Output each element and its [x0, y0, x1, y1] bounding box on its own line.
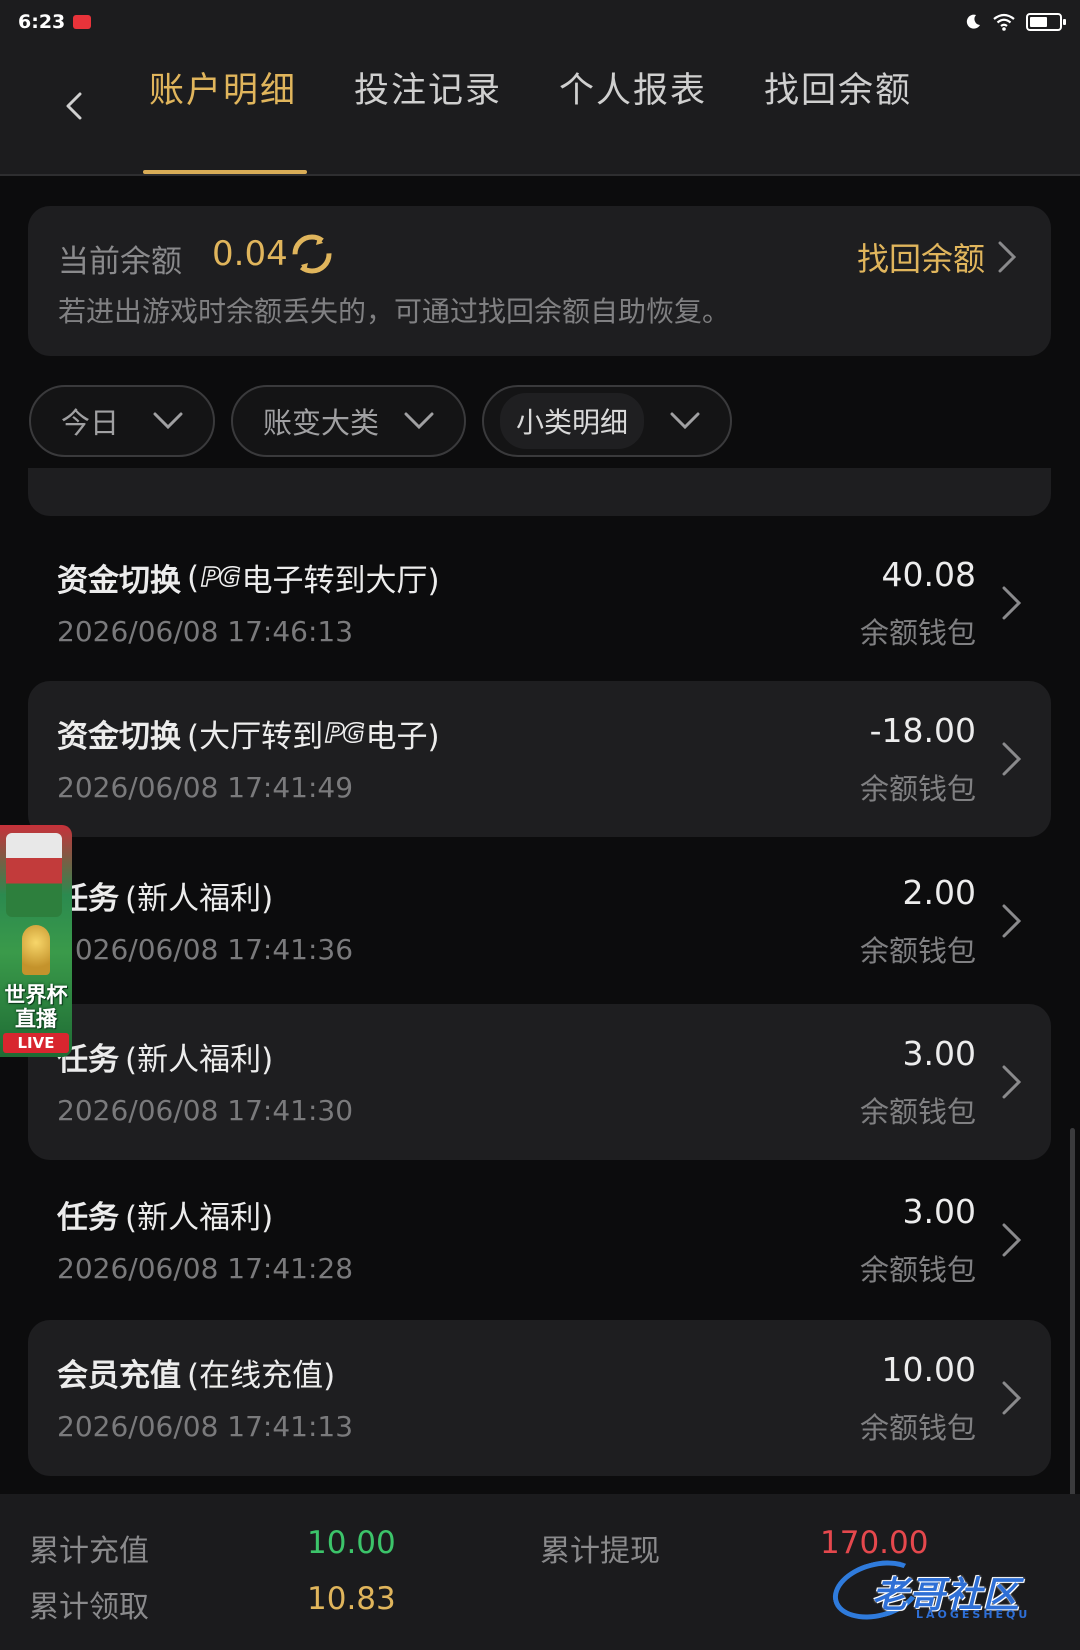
status-time: 6:23: [18, 11, 66, 33]
subcategory-filter-label: 小类明细: [500, 393, 645, 449]
trophy-icon: [22, 925, 50, 975]
record-amount: 2.00: [902, 873, 976, 912]
record-wallet: 余额钱包: [859, 934, 976, 968]
list-item[interactable]: 任务 (新人福利) 2026/06/08 17:41:30 3.00 余额钱包: [28, 1004, 1051, 1160]
chevron-down-icon: [153, 412, 183, 430]
record-time: 2026/06/08 17:41:28: [57, 1252, 354, 1285]
live-badge-line1: 世界杯: [4, 983, 68, 1007]
list-item[interactable]: 会员充值 (在线充值) 2026/06/08 17:41:13 10.00 余额…: [28, 1320, 1051, 1476]
record-title: 资金切换 (大厅转到 PG 电子): [57, 718, 440, 755]
refresh-icon[interactable]: [292, 234, 332, 274]
record-title: 资金切换 ( PG 电子转到大厅): [57, 559, 440, 600]
recover-balance-link[interactable]: 找回余额: [857, 234, 1017, 280]
category-filter-label: 账变大类: [263, 406, 380, 440]
chevron-down-icon: [670, 412, 700, 430]
app-notification-icon: [73, 15, 92, 29]
record-wallet: 余额钱包: [859, 1253, 976, 1287]
list-item-partial: [28, 468, 1051, 516]
live-tag: LIVE: [3, 1033, 69, 1053]
tab-bet-records[interactable]: 投注记录: [354, 60, 502, 176]
tab-recover-balance[interactable]: 找回余额: [764, 60, 912, 176]
status-icons: [964, 13, 1066, 31]
record-title: 任务 (新人福利): [57, 881, 274, 917]
record-amount: 3.00: [902, 1034, 976, 1073]
header: 账户明细 投注记录 个人报表 找回余额: [0, 44, 1080, 176]
recover-balance-label: 找回余额: [856, 240, 985, 278]
record-amount: 10.00: [881, 1350, 976, 1389]
balance-value: 0.04: [212, 234, 288, 274]
chevron-right-icon: [1002, 742, 1022, 776]
record-title: 任务 (新人福利): [57, 1200, 274, 1236]
chevron-down-icon: [404, 412, 434, 430]
record-title: 会员充值 (在线充值): [57, 1358, 336, 1394]
pg-logo-icon: PG: [324, 718, 365, 750]
withdraw-total-label: 累计提现: [540, 1534, 660, 1569]
chevron-right-icon: [1002, 1223, 1022, 1257]
record-wallet: 余额钱包: [859, 1095, 976, 1129]
chevron-right-icon: [1002, 1381, 1022, 1415]
status-bar: 6:23: [0, 0, 1080, 44]
record-title: 任务 (新人福利): [57, 1042, 274, 1078]
list-item[interactable]: 任务 (新人福利) 2026/06/08 17:41:36 2.00 余额钱包: [28, 843, 1051, 999]
record-amount: 3.00: [902, 1192, 976, 1231]
claim-total-value: 10.83: [307, 1581, 396, 1617]
record-time: 2026/06/08 17:46:13: [57, 615, 354, 648]
record-amount: -18.00: [869, 711, 976, 750]
active-tab-indicator: [143, 170, 307, 174]
record-wallet: 余额钱包: [859, 772, 976, 806]
chevron-right-icon: [1002, 904, 1022, 938]
live-badge-line2: 直播: [15, 1007, 57, 1031]
record-time: 2026/06/08 17:41:13: [57, 1410, 354, 1443]
record-time: 2026/06/08 17:41:30: [57, 1094, 354, 1127]
world-cup-live-badge[interactable]: 世界杯 直播 LIVE: [0, 825, 72, 1057]
record-time: 2026/06/08 17:41:36: [57, 933, 354, 966]
balance-label: 当前余额: [58, 244, 182, 280]
flag-icon: [6, 833, 62, 917]
tab-account-details[interactable]: 账户明细: [149, 60, 297, 176]
list-item[interactable]: 资金切换 (大厅转到 PG 电子) 2026/06/08 17:41:49 -1…: [28, 681, 1051, 837]
record-wallet: 余额钱包: [859, 616, 976, 650]
list-item[interactable]: 任务 (新人福利) 2026/06/08 17:41:28 3.00 余额钱包: [28, 1162, 1051, 1318]
balance-card: 当前余额 0.04 找回余额 若进出游戏时余额丢失的，可通过找回余额自助恢复。: [28, 206, 1051, 356]
scrollbar[interactable]: [1070, 1128, 1075, 1498]
balance-hint: 若进出游戏时余额丢失的，可通过找回余额自助恢复。: [58, 295, 731, 328]
claim-total-label: 累计领取: [29, 1590, 149, 1625]
watermark-subtext: LAOGESHEQU: [916, 1608, 1031, 1621]
record-wallet: 余额钱包: [859, 1411, 976, 1445]
tab-personal-report[interactable]: 个人报表: [559, 60, 707, 176]
wifi-icon: [993, 13, 1015, 31]
watermark-logo: 老哥社区 LAOGESHEQU: [826, 1551, 1062, 1629]
chevron-right-icon: [998, 241, 1017, 273]
pg-logo-icon: PG: [200, 562, 241, 594]
deposit-total-label: 累计充值: [29, 1534, 149, 1569]
date-filter-label: 今日: [61, 406, 120, 440]
withdraw-total-value: 170.00: [820, 1525, 929, 1561]
record-time: 2026/06/08 17:41:49: [57, 771, 354, 804]
moon-icon: [966, 14, 980, 29]
deposit-total-value: 10.00: [307, 1525, 396, 1561]
back-arrow-icon[interactable]: [60, 92, 88, 120]
date-filter-dropdown[interactable]: 今日: [29, 385, 215, 457]
chevron-right-icon: [1002, 1065, 1022, 1099]
record-amount: 40.08: [881, 555, 976, 594]
subcategory-filter-dropdown[interactable]: 小类明细: [482, 385, 732, 457]
chevron-right-icon: [1002, 586, 1022, 620]
category-filter-dropdown[interactable]: 账变大类: [231, 385, 466, 457]
list-item[interactable]: 资金切换 ( PG 电子转到大厅) 2026/06/08 17:46:13 40…: [28, 525, 1051, 681]
battery-icon: [1026, 13, 1066, 31]
